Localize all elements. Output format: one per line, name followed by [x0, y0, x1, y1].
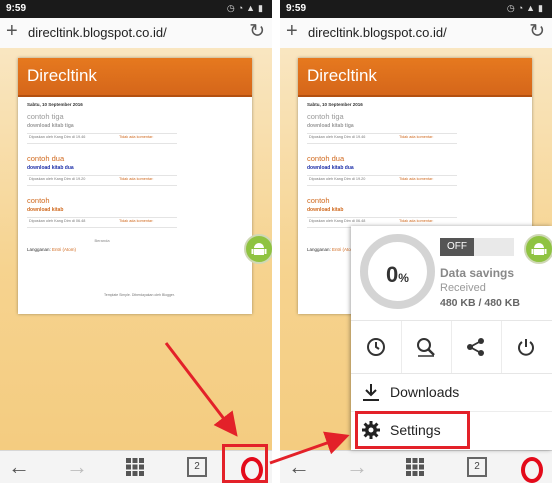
- arrow-to-settings: [269, 431, 350, 465]
- arrow-to-opera-button: [164, 342, 238, 437]
- annotation-arrows: [164, 342, 350, 465]
